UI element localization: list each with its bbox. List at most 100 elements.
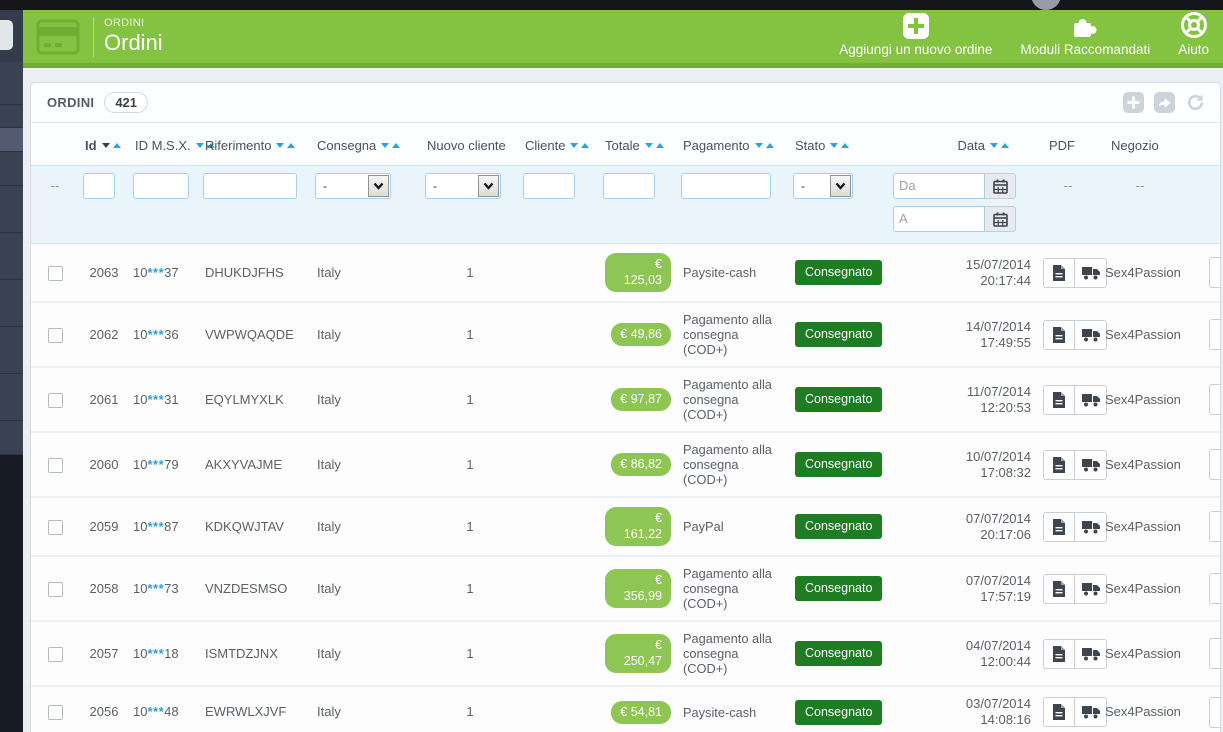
- sort-asc-icon[interactable]: [287, 143, 296, 149]
- order-status-badge: Consegnato: [795, 322, 883, 348]
- column-header-total[interactable]: Totale: [599, 123, 677, 166]
- row-checkbox[interactable]: [47, 646, 63, 662]
- sort-desc-icon[interactable]: [644, 143, 653, 149]
- table-row[interactable]: 2056 10***48 EWRWLXJVF Italy 1 € 54,81 P…: [31, 685, 1220, 732]
- view-order-button[interactable]: [1209, 696, 1220, 728]
- view-order-button[interactable]: [1209, 573, 1220, 605]
- sort-desc-icon[interactable]: [195, 143, 204, 149]
- sort-asc-icon[interactable]: [392, 143, 401, 149]
- invoice-pdf-button[interactable]: [1043, 319, 1075, 350]
- row-checkbox[interactable]: [47, 392, 63, 408]
- delivery-filter-select[interactable]: -: [315, 173, 391, 200]
- view-order-button[interactable]: [1209, 319, 1220, 351]
- table-row[interactable]: 2058 10***73 VNZDESMSO Italy 1 € 356,99 …: [31, 555, 1220, 622]
- panel-export-icon[interactable]: [1153, 91, 1175, 113]
- sort-asc-icon[interactable]: [581, 143, 590, 149]
- column-header-date[interactable]: Data: [889, 123, 1037, 166]
- view-order-button[interactable]: [1209, 449, 1220, 481]
- panel-refresh-icon[interactable]: [1184, 91, 1206, 113]
- row-checkbox[interactable]: [47, 519, 63, 535]
- delivery-slip-button[interactable]: [1075, 697, 1107, 728]
- msx-filter-input[interactable]: [133, 173, 189, 200]
- avatar[interactable]: [1031, 0, 1061, 10]
- sort-desc-icon[interactable]: [830, 143, 839, 149]
- delivery-slip-button[interactable]: [1075, 449, 1107, 480]
- table-row[interactable]: 2062 10***36 VWPWQAQDE Italy 1 € 49,86 P…: [31, 301, 1220, 368]
- calendar-to-button[interactable]: [985, 206, 1016, 233]
- delivery-slip-button[interactable]: [1075, 319, 1107, 350]
- row-checkbox[interactable]: [47, 457, 63, 473]
- sort-desc-icon[interactable]: [754, 143, 763, 149]
- invoice-pdf-button[interactable]: [1043, 638, 1075, 669]
- sort-asc-icon[interactable]: [1001, 143, 1009, 149]
- delivery-slip-button[interactable]: [1075, 638, 1107, 669]
- client-filter-input[interactable]: [523, 173, 575, 200]
- delivery-slip-button[interactable]: [1075, 573, 1107, 604]
- invoice-pdf-button[interactable]: [1043, 384, 1075, 415]
- sidebar-item[interactable]: [0, 62, 23, 105]
- invoice-pdf-button[interactable]: [1043, 511, 1075, 542]
- sort-desc-icon[interactable]: [570, 143, 579, 149]
- date-to-input[interactable]: [893, 206, 985, 233]
- column-header-id[interactable]: Id: [79, 123, 129, 166]
- sidebar-item[interactable]: [0, 327, 23, 374]
- sidebar-item[interactable]: [0, 105, 23, 128]
- invoice-pdf-button[interactable]: [1043, 697, 1075, 728]
- sidebar-logo-tab[interactable]: [0, 20, 13, 50]
- column-header-msx[interactable]: ID M.S.X.: [129, 123, 215, 166]
- add-order-button[interactable]: Aggiungi un nuovo ordine: [839, 12, 992, 57]
- date-from-input[interactable]: [893, 173, 985, 200]
- sort-desc-icon[interactable]: [381, 143, 390, 149]
- panel-add-icon[interactable]: [1122, 91, 1144, 113]
- reference-filter-input[interactable]: [203, 173, 297, 200]
- column-header-status[interactable]: Stato: [789, 123, 889, 166]
- invoice-pdf-button[interactable]: [1043, 573, 1075, 604]
- invoice-pdf-button[interactable]: [1043, 257, 1075, 288]
- view-order-button[interactable]: [1209, 257, 1220, 289]
- table-row[interactable]: 2057 10***18 ISMTDZJNX Italy 1 € 250,47 …: [31, 620, 1220, 687]
- sidebar-item[interactable]: [0, 152, 23, 186]
- row-checkbox[interactable]: [47, 327, 63, 343]
- help-button[interactable]: Aiuto: [1178, 11, 1209, 57]
- table-row[interactable]: 2061 10***31 EQYLMYXLK Italy 1 € 97,87 P…: [31, 366, 1220, 433]
- invoice-pdf-button[interactable]: [1043, 449, 1075, 480]
- table-row[interactable]: 2063 10***37 DHUKDJFHS Italy 1 € 125,03 …: [31, 243, 1220, 303]
- recommended-modules-button[interactable]: Moduli Raccomandati: [1020, 14, 1150, 57]
- sort-desc-icon[interactable]: [990, 143, 998, 149]
- order-client: [519, 243, 599, 303]
- table-row[interactable]: 2059 10***87 KDKQWJTAV Italy 1 € 161,22 …: [31, 496, 1220, 557]
- sidebar-item-active[interactable]: [0, 128, 23, 152]
- sidebar-item[interactable]: [0, 280, 23, 327]
- total-filter-input[interactable]: [603, 173, 655, 200]
- row-checkbox[interactable]: [47, 265, 63, 281]
- new-client-filter-select[interactable]: -: [425, 173, 501, 200]
- payment-filter-input[interactable]: [681, 173, 771, 200]
- sidebar-item[interactable]: [0, 233, 23, 280]
- sidebar-item[interactable]: [0, 421, 23, 455]
- table-row[interactable]: 2060 10***79 AKXYVAJME Italy 1 € 86,82 P…: [31, 431, 1220, 498]
- view-order-button[interactable]: [1209, 384, 1220, 416]
- sort-desc-icon[interactable]: [101, 143, 110, 149]
- row-checkbox[interactable]: [47, 581, 63, 597]
- delivery-slip-button[interactable]: [1075, 257, 1107, 288]
- delivery-slip-button[interactable]: [1075, 384, 1107, 415]
- sort-asc-icon[interactable]: [655, 143, 664, 149]
- id-filter-input[interactable]: [83, 173, 115, 200]
- delivery-slip-button[interactable]: [1075, 511, 1107, 542]
- sort-desc-icon[interactable]: [276, 143, 285, 149]
- view-order-button[interactable]: [1209, 511, 1220, 543]
- sidebar-item[interactable]: [0, 186, 23, 233]
- column-header-client[interactable]: Cliente: [519, 123, 599, 166]
- view-order-button[interactable]: [1209, 638, 1220, 670]
- sidebar-item[interactable]: [0, 374, 23, 421]
- sort-asc-icon[interactable]: [112, 143, 121, 149]
- status-filter-select[interactable]: -: [793, 173, 853, 200]
- calendar-from-button[interactable]: [985, 173, 1016, 200]
- column-header-reference[interactable]: Riferimento: [199, 123, 311, 166]
- column-header-delivery[interactable]: Consegna: [311, 123, 421, 166]
- row-checkbox[interactable]: [47, 705, 63, 721]
- sort-asc-icon[interactable]: [765, 143, 774, 149]
- order-client: [519, 555, 599, 622]
- column-header-payment[interactable]: Pagamento: [677, 123, 789, 166]
- sort-asc-icon[interactable]: [841, 143, 850, 149]
